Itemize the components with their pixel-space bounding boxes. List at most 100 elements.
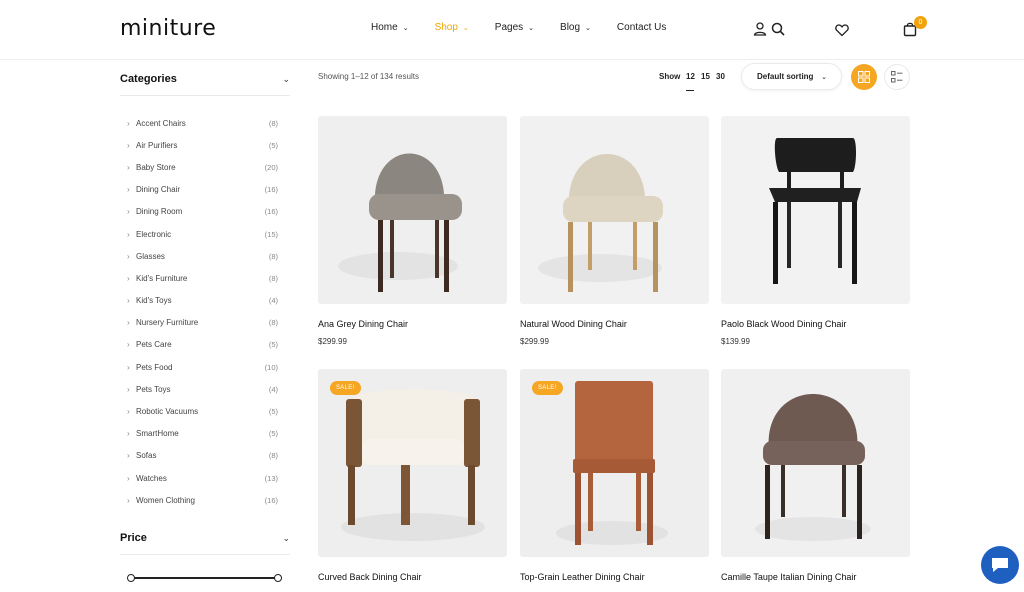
chevron-down-icon: ⌄ bbox=[282, 532, 290, 543]
show-label: Show bbox=[659, 72, 681, 81]
category-item[interactable]: › Women Clothing (16) bbox=[120, 489, 280, 511]
category-item[interactable]: › Baby Store (20) bbox=[120, 156, 280, 178]
category-item[interactable]: › Dining Room (16) bbox=[120, 201, 280, 223]
product-title[interactable]: Curved Back Dining Chair bbox=[318, 572, 422, 582]
category-count: (16) bbox=[264, 185, 278, 195]
category-item[interactable]: › Robotic Vacuums (5) bbox=[120, 400, 280, 422]
category-name: Watches bbox=[136, 473, 167, 483]
category-name: Glasses bbox=[136, 251, 165, 261]
chat-bubble-icon bbox=[992, 558, 1008, 572]
grid-view-button[interactable] bbox=[851, 64, 877, 90]
categories-header[interactable]: Categories ⌄ bbox=[120, 73, 290, 85]
main-nav: Home ⌄ Shop ⌄ Pages ⌄ Blog ⌄ Contact Us bbox=[371, 22, 692, 33]
natural-chair-image bbox=[538, 154, 663, 292]
product-title[interactable]: Natural Wood Dining Chair bbox=[520, 319, 627, 329]
category-name: Dining Chair bbox=[136, 185, 181, 195]
chevron-right-icon: › bbox=[127, 384, 130, 394]
category-count: (5) bbox=[268, 340, 278, 350]
chat-button[interactable] bbox=[981, 546, 1019, 584]
category-name: Electronic bbox=[136, 229, 172, 239]
list-view-icon bbox=[891, 71, 903, 83]
user-icon[interactable] bbox=[752, 21, 768, 37]
product-image[interactable] bbox=[721, 369, 910, 557]
sale-badge: SALE! bbox=[532, 381, 563, 395]
nav-item-contact[interactable]: Contact Us bbox=[617, 22, 666, 33]
product-title[interactable]: Top-Grain Leather Dining Chair bbox=[520, 572, 645, 582]
category-item[interactable]: › Air Purifiers (5) bbox=[120, 134, 280, 156]
category-name: Baby Store bbox=[136, 162, 176, 172]
divider bbox=[120, 95, 290, 96]
category-name: Kid's Toys bbox=[136, 296, 172, 306]
category-item[interactable]: › Dining Chair (16) bbox=[120, 179, 280, 201]
category-item[interactable]: › Kid's Toys (4) bbox=[120, 290, 280, 312]
nav-item-home[interactable]: Home ⌄ bbox=[371, 22, 409, 33]
chevron-right-icon: › bbox=[127, 185, 130, 195]
category-count: (4) bbox=[268, 296, 278, 306]
category-item[interactable]: › Pets Food (10) bbox=[120, 356, 280, 378]
chevron-right-icon: › bbox=[127, 318, 130, 328]
category-item[interactable]: › SmartHome (5) bbox=[120, 423, 280, 445]
site-logo[interactable]: miniture bbox=[120, 16, 216, 41]
chevron-down-icon: ⌄ bbox=[821, 73, 827, 81]
chevron-right-icon: › bbox=[127, 251, 130, 261]
product-image[interactable]: SALE! bbox=[520, 369, 709, 557]
category-item[interactable]: › Sofas (8) bbox=[120, 445, 280, 467]
category-count: (5) bbox=[268, 429, 278, 439]
product-title[interactable]: Camille Taupe Italian Dining Chair bbox=[721, 572, 856, 582]
product-title[interactable]: Paolo Black Wood Dining Chair bbox=[721, 319, 846, 329]
category-name: Pets Toys bbox=[136, 384, 171, 394]
show-selected-underline bbox=[686, 90, 694, 91]
show-option-12[interactable]: 12 bbox=[686, 72, 695, 81]
product-image[interactable] bbox=[721, 116, 910, 304]
category-item[interactable]: › Watches (13) bbox=[120, 467, 280, 489]
heart-icon[interactable] bbox=[834, 22, 850, 38]
nav-label: Blog bbox=[560, 22, 581, 33]
category-name: Nursery Furniture bbox=[136, 318, 199, 328]
nav-item-pages[interactable]: Pages ⌄ bbox=[495, 22, 534, 33]
category-count: (5) bbox=[268, 140, 278, 150]
product-price: $139.99 bbox=[721, 337, 750, 346]
product-image[interactable] bbox=[318, 116, 507, 304]
category-item[interactable]: › Nursery Furniture (8) bbox=[120, 312, 280, 334]
nav-item-blog[interactable]: Blog ⌄ bbox=[560, 22, 591, 33]
category-item[interactable]: › Pets Care (5) bbox=[120, 334, 280, 356]
search-icon[interactable] bbox=[770, 21, 786, 37]
show-option-30[interactable]: 30 bbox=[716, 72, 725, 81]
category-item[interactable]: › Glasses (8) bbox=[120, 245, 280, 267]
nav-label: Home bbox=[371, 22, 398, 33]
category-item[interactable]: › Kid's Furniture (8) bbox=[120, 267, 280, 289]
grid-view-icon bbox=[858, 71, 870, 83]
category-count: (8) bbox=[268, 451, 278, 461]
list-view-button[interactable] bbox=[884, 64, 910, 90]
sort-dropdown[interactable]: Default sorting ⌄ bbox=[741, 63, 842, 90]
category-count: (16) bbox=[264, 207, 278, 217]
results-count: Showing 1–12 of 134 results bbox=[318, 72, 419, 81]
price-range-slider[interactable] bbox=[127, 574, 282, 582]
slider-handle-min[interactable] bbox=[127, 574, 135, 582]
category-item[interactable]: › Accent Chairs (8) bbox=[120, 112, 280, 134]
site-header: miniture Home ⌄ Shop ⌄ Pages ⌄ Blog ⌄ Co… bbox=[0, 0, 1024, 60]
chevron-right-icon: › bbox=[127, 296, 130, 306]
product-price: $299.99 bbox=[318, 337, 347, 346]
category-count: (5) bbox=[268, 407, 278, 417]
category-count: (8) bbox=[268, 118, 278, 128]
category-item[interactable]: › Electronic (15) bbox=[120, 223, 280, 245]
category-item[interactable]: › Pets Toys (4) bbox=[120, 378, 280, 400]
category-name: SmartHome bbox=[136, 429, 179, 439]
category-name: Robotic Vacuums bbox=[136, 407, 199, 417]
grey-chair-image bbox=[338, 153, 462, 292]
nav-label: Shop bbox=[434, 22, 458, 33]
category-count: (15) bbox=[264, 229, 278, 239]
category-list: › Accent Chairs (8) › Air Purifiers (5) › Baby … bbox=[120, 112, 280, 511]
price-filter-header[interactable]: Price ⌄ bbox=[120, 532, 290, 544]
chevron-right-icon: › bbox=[127, 495, 130, 505]
category-name: Kid's Furniture bbox=[136, 273, 188, 283]
product-title[interactable]: Ana Grey Dining Chair bbox=[318, 319, 408, 329]
product-image[interactable]: SALE! bbox=[318, 369, 507, 557]
chevron-down-icon: ⌄ bbox=[462, 24, 469, 32]
slider-handle-max[interactable] bbox=[274, 574, 282, 582]
show-option-15[interactable]: 15 bbox=[701, 72, 710, 81]
divider bbox=[120, 554, 290, 555]
product-image[interactable] bbox=[520, 116, 709, 304]
nav-item-shop[interactable]: Shop ⌄ bbox=[435, 22, 469, 33]
